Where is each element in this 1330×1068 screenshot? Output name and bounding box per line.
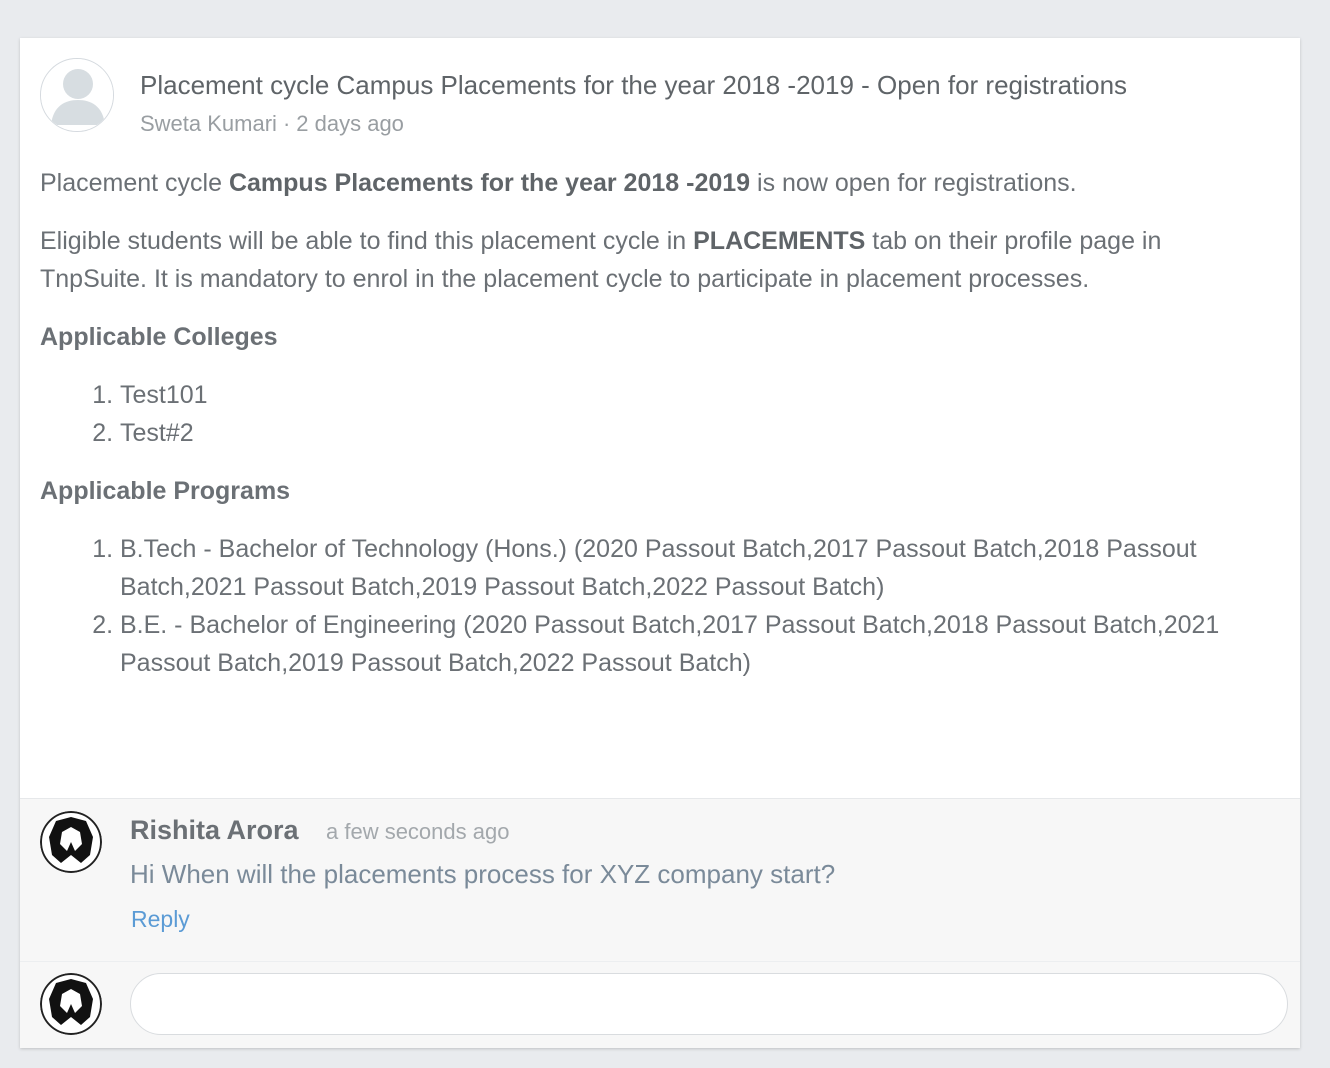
reply-link[interactable]: Reply (131, 906, 190, 933)
college-item: Test#2 (120, 414, 1270, 452)
comment-author[interactable]: Rishita Arora (130, 815, 299, 846)
post-time: 2 days ago (296, 111, 404, 136)
post-meta: Sweta Kumari · 2 days ago (140, 111, 404, 137)
post-card: Placement cycle Campus Placements for th… (20, 38, 1300, 1048)
post-body: Placement cycle Campus Placements for th… (40, 164, 1270, 702)
college-item: Test101 (120, 376, 1270, 414)
author-avatar-icon[interactable] (40, 58, 114, 132)
placements-tab-name: PLACEMENTS (693, 227, 866, 255)
colleges-list: Test101 Test#2 (40, 376, 1270, 452)
programs-list: B.Tech - Bachelor of Technology (Hons.) … (40, 530, 1270, 682)
comments-section: Rishita Arora a few seconds ago Hi When … (20, 798, 1300, 1048)
comment-divider (20, 961, 1300, 962)
post-header: Placement cycle Campus Placements for th… (40, 58, 1280, 138)
intro-paragraph: Placement cycle Campus Placements for th… (40, 164, 1270, 202)
post-title[interactable]: Placement cycle Campus Placements for th… (140, 70, 1127, 101)
current-user-avatar-icon[interactable] (40, 973, 102, 1035)
comment-time: a few seconds ago (326, 819, 510, 844)
shield-logo-icon (40, 811, 102, 873)
program-item: B.E. - Bachelor of Engineering (2020 Pas… (120, 606, 1270, 682)
intro-suffix: is now open for registrations. (750, 169, 1077, 197)
programs-heading: Applicable Programs (40, 477, 291, 505)
commenter-avatar-icon[interactable] (40, 811, 102, 873)
shield-logo-icon (40, 973, 102, 1035)
cycle-name: Campus Placements for the year 2018 -201… (228, 169, 751, 197)
meta-separator: · (282, 111, 291, 136)
default-user-icon (41, 59, 113, 131)
comment-input[interactable] (130, 973, 1288, 1035)
comment-text: Hi When will the placements process for … (130, 859, 836, 889)
intro-text: Placement cycle (40, 169, 229, 197)
program-item: B.Tech - Bachelor of Technology (Hons.) … (120, 530, 1270, 606)
eligibility-text: Eligible students will be able to find t… (40, 227, 694, 255)
colleges-heading: Applicable Colleges (40, 323, 278, 351)
eligibility-paragraph: Eligible students will be able to find t… (40, 222, 1270, 298)
post-author[interactable]: Sweta Kumari (140, 111, 277, 136)
